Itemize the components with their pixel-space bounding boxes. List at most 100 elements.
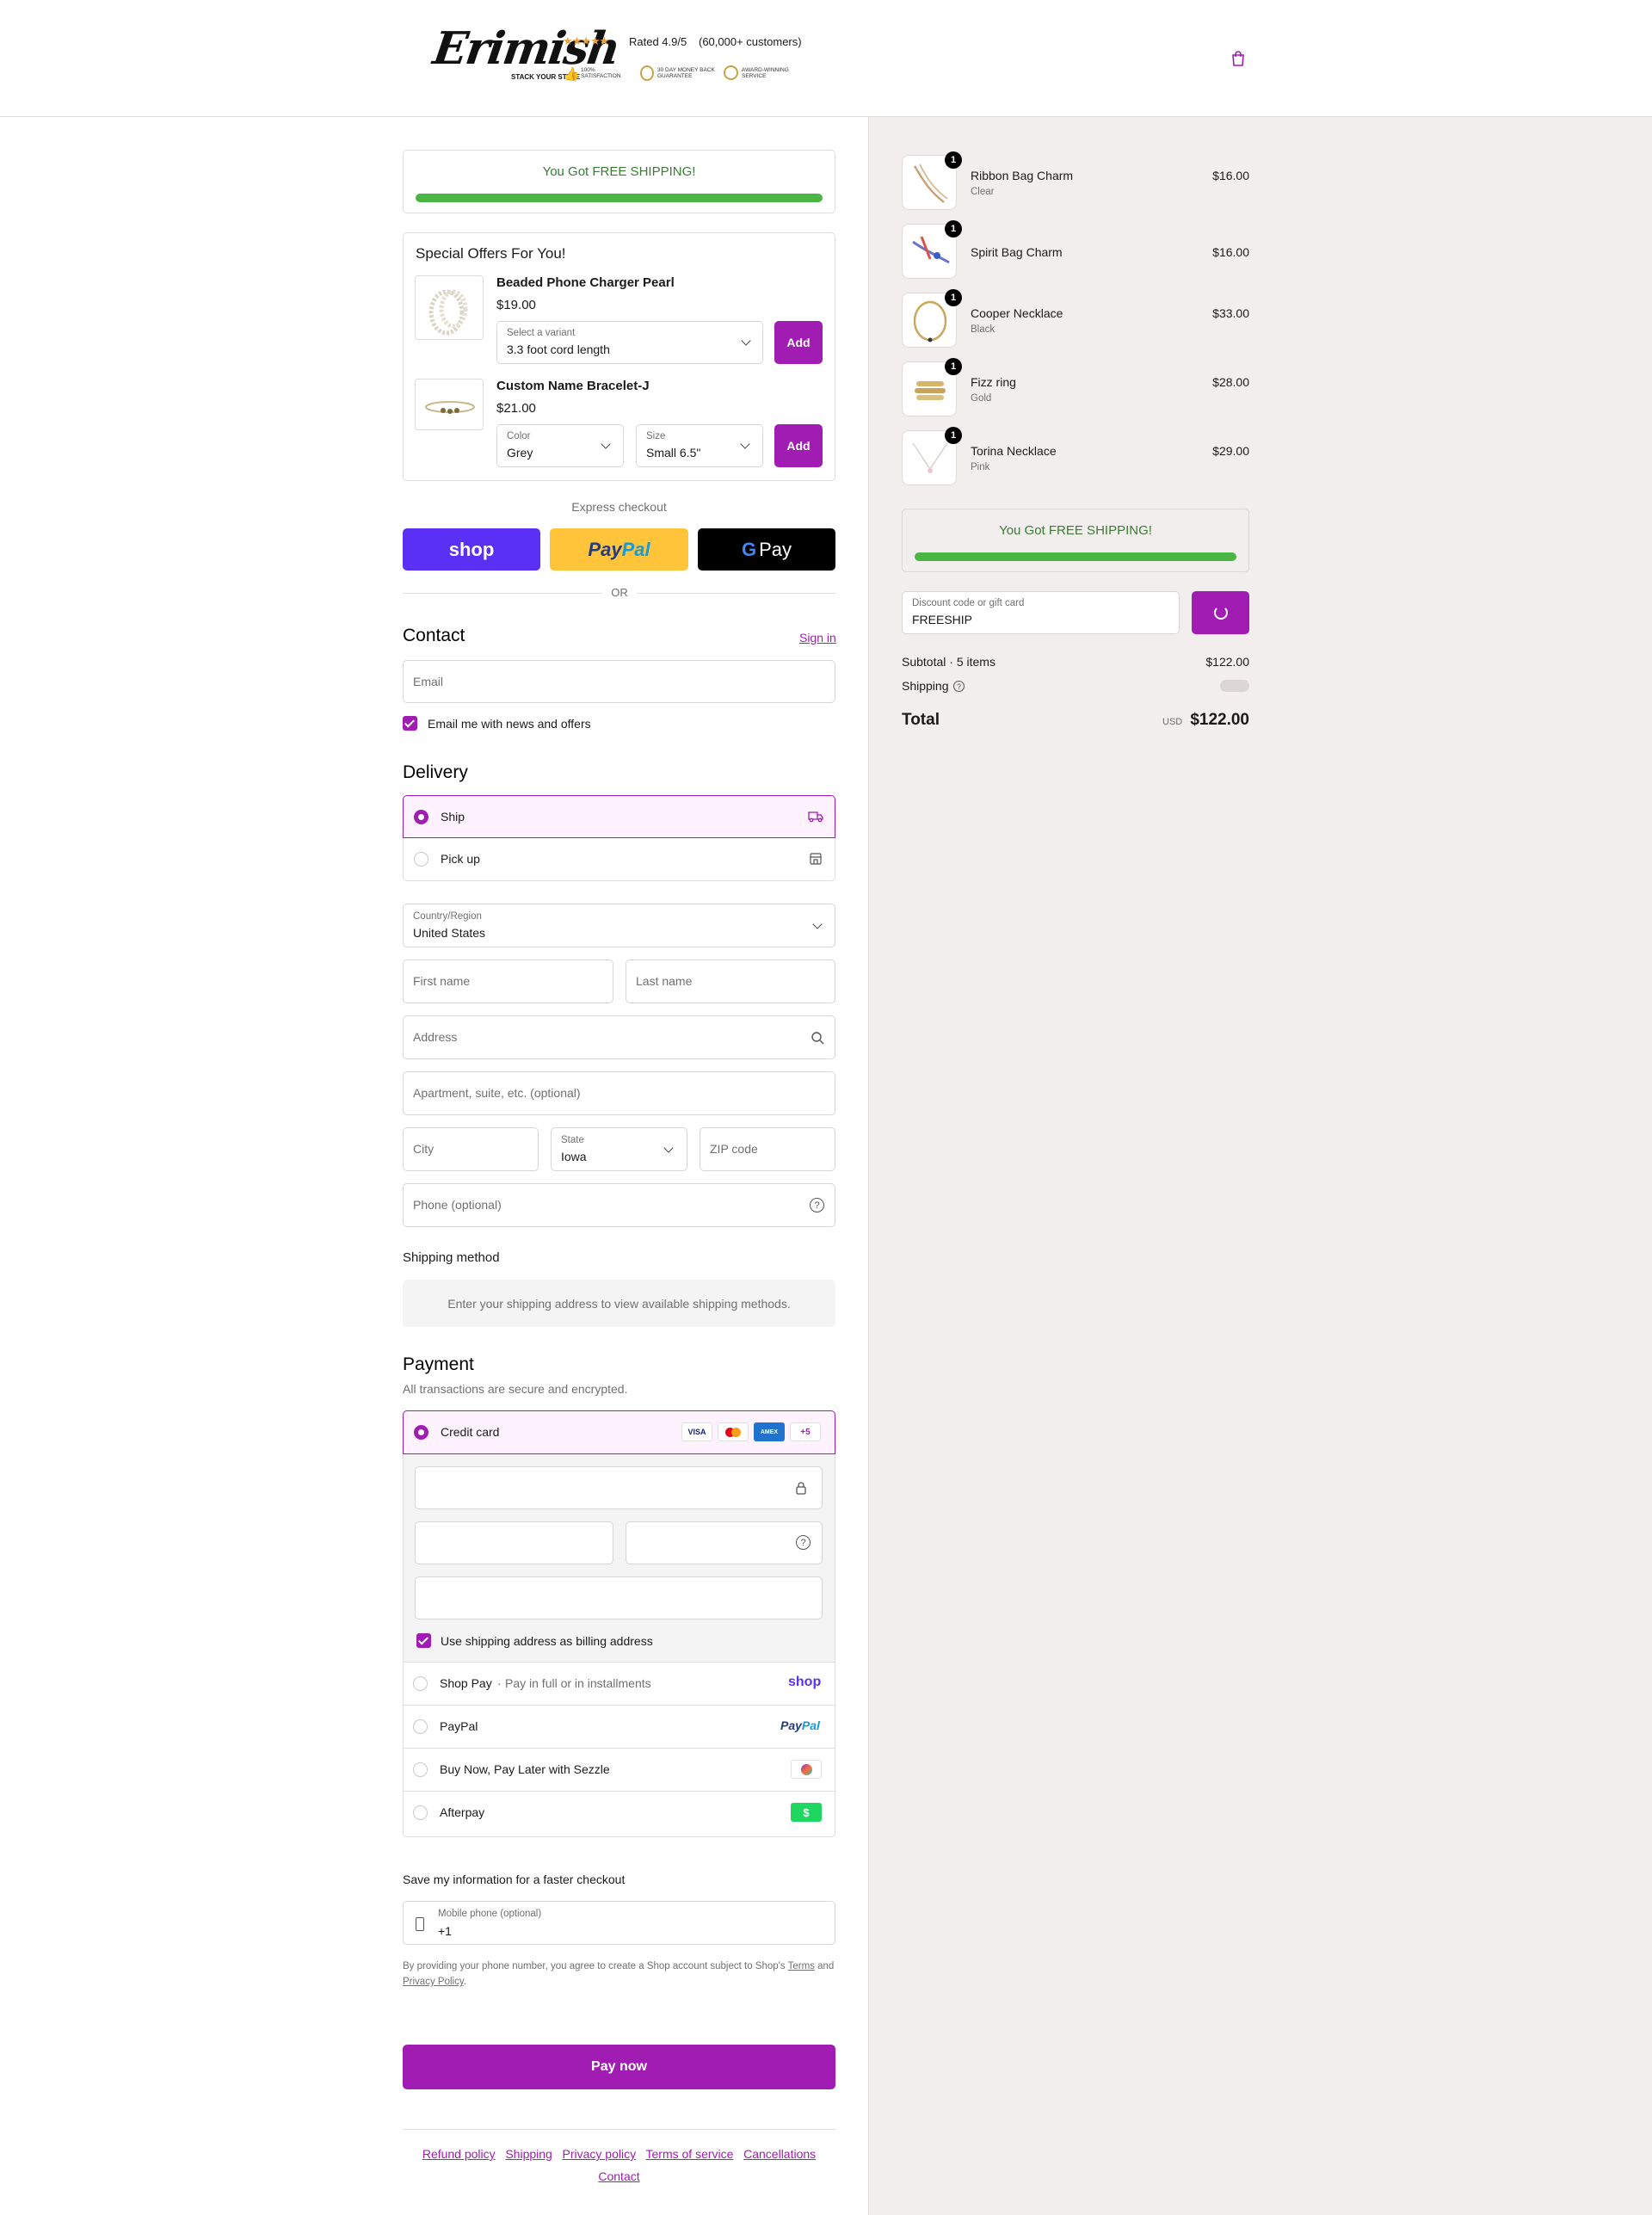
paypal-radio[interactable]	[413, 1719, 428, 1734]
free-shipping-progress	[416, 194, 823, 202]
total-label: Total	[902, 711, 940, 729]
ship-radio[interactable]	[414, 810, 428, 824]
phone-field[interactable]: Phone (optional) ?	[403, 1183, 835, 1227]
card-number-field[interactable]	[415, 1466, 823, 1509]
offer-add-button-pearl[interactable]: Add	[774, 321, 823, 364]
terms-of-service-link[interactable]: Terms of service	[646, 2147, 734, 2161]
lock-icon	[795, 1481, 807, 1497]
cart-item-qty-badge: 1	[945, 289, 962, 306]
privacy-policy-link[interactable]: Privacy policy	[563, 2147, 637, 2161]
express-checkout-title: Express checkout	[571, 500, 667, 514]
cart-item-price: $16.00	[1212, 245, 1249, 259]
cart-item-qty-badge: 1	[945, 427, 962, 444]
news-checkbox[interactable]	[403, 716, 417, 731]
customers-text: (60,000+ customers)	[699, 35, 802, 48]
privacy-link[interactable]: Privacy Policy	[403, 1977, 464, 1987]
free-shipping-text: You Got FREE SHIPPING!	[542, 164, 696, 179]
paypal-button[interactable]: Pay Pal	[550, 528, 688, 571]
cart-item-qty-badge: 1	[945, 220, 962, 238]
delivery-option-ship[interactable]: Ship	[403, 795, 835, 838]
first-name-field[interactable]: First name	[403, 959, 613, 1003]
help-circle-icon[interactable]: ?	[953, 681, 965, 692]
total-currency: USD	[1162, 717, 1183, 727]
trust-badge-satisfaction: 👍 100% SATISFACTION	[564, 67, 621, 82]
shipping-label: Shipping	[902, 679, 949, 693]
sezzle-radio[interactable]	[413, 1762, 428, 1777]
cart-item-variant: Black	[971, 324, 996, 335]
shipping-policy-link[interactable]: Shipping	[505, 2147, 552, 2161]
cart-item-price: $16.00	[1212, 169, 1249, 182]
paypal-logo: PayPal	[780, 1718, 820, 1732]
terms-link[interactable]: Terms	[788, 1961, 815, 1971]
truck-icon	[808, 810, 823, 826]
afterpay-logo: $	[791, 1803, 822, 1822]
credit-card-radio[interactable]	[414, 1425, 428, 1440]
page-header: Erimish STACK YOUR STYLE ★★★★★ Rated 4.9…	[0, 0, 1652, 117]
state-select[interactable]: State Iowa	[551, 1127, 687, 1171]
payment-option-sezzle[interactable]: Buy Now, Pay Later with Sezzle	[403, 1748, 835, 1791]
delivery-title: Delivery	[403, 762, 468, 782]
chevron-down-icon	[740, 439, 750, 449]
subtotal-label: Subtotal · 5 items	[902, 655, 996, 669]
chevron-down-icon	[812, 919, 823, 929]
cart-item-variant: Gold	[971, 393, 992, 404]
country-select[interactable]: Country/Region United States	[403, 904, 835, 947]
address-field[interactable]: Address	[403, 1015, 835, 1059]
sign-in-link[interactable]: Sign in	[799, 631, 836, 645]
shipping-value-loading	[1220, 680, 1249, 692]
free-shipping-text: You Got FREE SHIPPING!	[999, 523, 1152, 538]
email-field[interactable]: Email	[403, 660, 835, 703]
card-name-field[interactable]	[415, 1576, 823, 1620]
zip-field[interactable]: ZIP code	[700, 1127, 835, 1171]
save-info-title: Save my information for a faster checkou…	[403, 1873, 626, 1886]
contact-title: Contact	[403, 626, 465, 645]
cart-item-price: $28.00	[1212, 375, 1249, 389]
credit-card-option[interactable]: Credit card VISA AMEX +5	[403, 1410, 835, 1454]
visa-icon: VISA	[681, 1422, 712, 1441]
offer-color-select[interactable]: Color Grey	[496, 424, 624, 467]
store-logo[interactable]: Erimish STACK YOUR STYLE	[430, 22, 622, 84]
rating-stars: ★★★★★	[563, 34, 609, 47]
delivery-option-pickup[interactable]: Pick up	[403, 838, 835, 881]
offer-size-select[interactable]: Size Small 6.5"	[636, 424, 763, 467]
trust-badge-money-back: 30 DAY MONEY BACK GUARANTEE	[640, 65, 719, 83]
sezzle-logo	[791, 1760, 822, 1779]
help-circle-icon[interactable]: ?	[810, 1198, 824, 1212]
city-field[interactable]: City	[403, 1127, 539, 1171]
apply-discount-button[interactable]	[1192, 591, 1249, 634]
dot-separator: ·	[497, 1676, 502, 1690]
apartment-field[interactable]: Apartment, suite, etc. (optional)	[403, 1071, 835, 1115]
or-text: OR	[602, 586, 637, 599]
chevron-down-icon	[663, 1143, 674, 1153]
shop-pay-button[interactable]: shop	[403, 528, 540, 571]
billing-checkbox[interactable]	[416, 1633, 431, 1648]
pickup-radio[interactable]	[414, 852, 428, 867]
last-name-field[interactable]: Last name	[626, 959, 835, 1003]
thumbs-up-icon: 👍	[564, 67, 580, 82]
cart-bag-icon[interactable]	[1230, 50, 1246, 67]
mobile-phone-field[interactable]: Mobile phone (optional) +1	[403, 1901, 835, 1945]
cart-item-price: $29.00	[1212, 444, 1249, 458]
store-icon	[809, 852, 823, 868]
card-expiry-field[interactable]	[415, 1521, 613, 1564]
discount-code-field[interactable]: Discount code or gift card FREESHIP	[902, 591, 1180, 634]
help-circle-icon[interactable]: ?	[796, 1535, 811, 1550]
cart-item-name: Fizz ring	[971, 375, 1016, 389]
contact-link[interactable]: Contact	[598, 2169, 639, 2183]
cart-item-price: $33.00	[1212, 306, 1249, 320]
shop-pay-radio[interactable]	[413, 1676, 428, 1691]
afterpay-radio[interactable]	[413, 1805, 428, 1820]
payment-option-afterpay[interactable]: Afterpay $	[403, 1791, 835, 1834]
offer-variant-select[interactable]: Select a variant 3.3 foot cord length	[496, 321, 763, 364]
phone-disclaimer: By providing your phone number, you agre…	[403, 1961, 835, 1987]
pay-now-button[interactable]: Pay now	[403, 2045, 835, 2089]
payment-option-paypal[interactable]: PayPal PayPal	[403, 1705, 835, 1748]
shipping-method-title: Shipping method	[403, 1250, 500, 1265]
cancellations-link[interactable]: Cancellations	[743, 2147, 816, 2161]
refund-policy-link[interactable]: Refund policy	[422, 2147, 496, 2161]
payment-option-shop-pay[interactable]: Shop Pay · Pay in full or in installment…	[403, 1662, 835, 1705]
google-pay-button[interactable]: G Pay	[698, 528, 835, 571]
card-cvv-field[interactable]: ?	[626, 1521, 823, 1564]
offer-add-button-bracelet[interactable]: Add	[774, 424, 823, 467]
order-summary-panel	[868, 117, 1652, 2215]
